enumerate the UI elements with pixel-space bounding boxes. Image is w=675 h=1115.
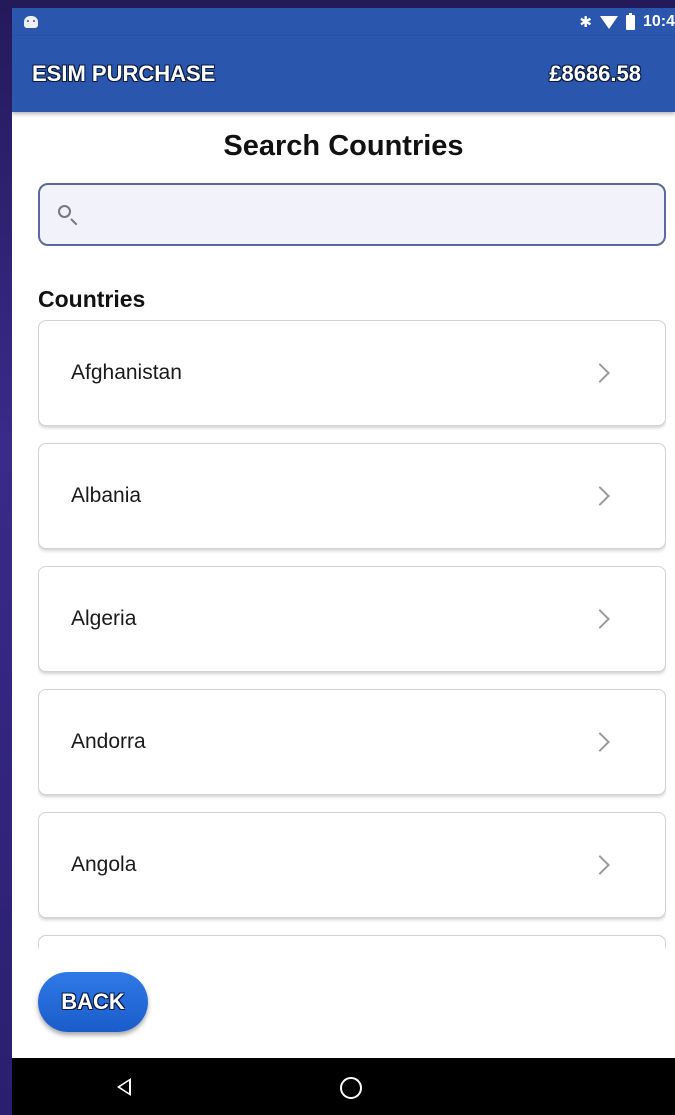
country-list[interactable]: Afghanistan Albania Algeria Andorra Ango… <box>38 320 666 948</box>
list-item-label: Afghanistan <box>71 361 182 384</box>
back-button[interactable]: BACK <box>38 972 148 1032</box>
list-item[interactable]: Andorra <box>38 689 666 795</box>
search-input[interactable] <box>92 185 664 244</box>
bluetooth-icon: ✱ <box>579 14 592 31</box>
android-notification-icon <box>24 16 38 28</box>
wifi-icon <box>599 15 618 29</box>
page-title: Search Countries <box>223 130 464 162</box>
chevron-right-icon <box>590 486 610 506</box>
battery-icon <box>625 12 635 30</box>
list-item-partial[interactable] <box>38 935 666 948</box>
back-button-label: BACK <box>61 989 125 1014</box>
list-item-label: Algeria <box>71 607 137 630</box>
chevron-right-icon <box>590 609 610 629</box>
chevron-right-icon <box>590 363 610 383</box>
chevron-right-icon <box>590 732 610 752</box>
system-nav-bar <box>12 1058 675 1115</box>
search-icon <box>56 203 80 227</box>
status-indicators: ✱ 10:4 <box>579 12 675 31</box>
chevron-right-icon <box>590 855 610 875</box>
list-item-label: Andorra <box>71 730 146 753</box>
list-item[interactable]: Angola <box>38 812 666 918</box>
balance-display: £8686.58 <box>549 61 641 86</box>
list-item[interactable]: Algeria <box>38 566 666 672</box>
search-field[interactable] <box>38 183 666 246</box>
app-bar: ESIM PURCHASE £8686.58 <box>12 36 675 112</box>
status-time: 10:4 <box>642 13 675 30</box>
list-item-label: Albania <box>71 484 142 507</box>
app-screen: ✱ 10:4 ESIM PURCHASE £8686.58 Search Cou… <box>12 8 675 1115</box>
list-item-label: Angola <box>71 853 137 876</box>
list-item[interactable]: Afghanistan <box>38 320 666 426</box>
nav-back-icon[interactable] <box>117 1078 131 1096</box>
nav-home-icon[interactable] <box>340 1077 362 1099</box>
app-title: ESIM PURCHASE <box>32 61 216 86</box>
list-item[interactable]: Albania <box>38 443 666 549</box>
countries-section-label: Countries <box>38 286 146 312</box>
status-bar: ✱ 10:4 <box>12 8 675 36</box>
